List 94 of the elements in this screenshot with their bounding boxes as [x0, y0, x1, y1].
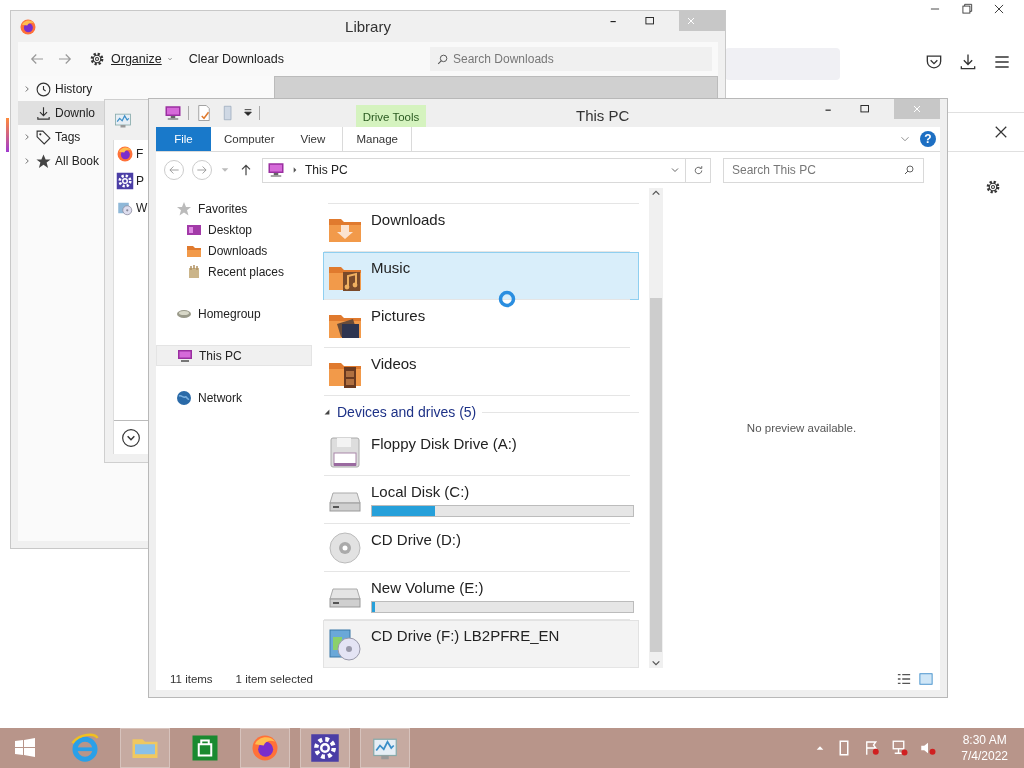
browser-icon: [70, 733, 100, 763]
navigation-item[interactable]: Favorites: [156, 198, 312, 219]
taskbar-button[interactable]: [300, 728, 350, 768]
address-bar[interactable]: This PC: [262, 157, 686, 183]
drive-list-item[interactable]: New Volume (E:): [323, 572, 639, 620]
cd-drive-icon: [328, 531, 362, 565]
search-field[interactable]: Search This PC: [723, 157, 924, 183]
firefox-icon: [250, 733, 280, 763]
preview-message: No preview available.: [746, 422, 857, 434]
globe-icon: [176, 389, 192, 406]
search-field[interactable]: Search Downloads: [430, 47, 712, 71]
drive-list-item[interactable]: Music: [323, 252, 639, 300]
scroll-down-icon[interactable]: [651, 658, 661, 668]
settings-icon[interactable]: [984, 178, 1002, 196]
group-header[interactable]: Devices and drives (5): [337, 404, 477, 420]
ribbon-tab[interactable]: Manage: [342, 127, 413, 151]
drive-list-item[interactable]: Local Disk (C:): [323, 476, 639, 524]
clock-icon: [35, 80, 52, 98]
window-title: Library: [345, 18, 391, 35]
navigation-item[interactable]: Desktop: [156, 219, 312, 240]
computer-icon: [177, 347, 193, 364]
busy-cursor-icon: [498, 290, 516, 308]
sidebar-item[interactable]: Tags: [18, 125, 104, 149]
help-button[interactable]: ?: [920, 131, 936, 147]
computer-icon[interactable]: [164, 104, 182, 122]
download-icon[interactable]: [958, 52, 978, 72]
item-count: 11 items: [170, 673, 213, 685]
list-item: P: [136, 173, 144, 188]
sidebar-item[interactable]: All Book: [18, 149, 104, 173]
taskbar-button[interactable]: [240, 728, 290, 768]
drive-list-item[interactable]: Floppy Disk Drive (A:): [323, 428, 639, 476]
list-item: W: [136, 200, 148, 215]
download-icon: [35, 104, 52, 122]
ribbon-tab[interactable]: Computer: [211, 127, 288, 151]
windows-logo-icon[interactable]: [13, 736, 37, 760]
settings-icon: [310, 733, 340, 763]
drive-list-item[interactable]: CD Drive (D:): [323, 524, 639, 572]
gear-icon: [116, 171, 134, 190]
scroll-up-icon[interactable]: [651, 188, 661, 198]
star-icon: [35, 152, 52, 170]
star-icon: [176, 200, 192, 217]
gear-icon: [88, 50, 106, 68]
setup-disc-icon: [328, 627, 362, 661]
details-view-icon[interactable]: [896, 672, 912, 686]
back-icon[interactable]: [167, 163, 181, 177]
contextual-tab-group: Drive Tools: [356, 105, 426, 127]
tiles-view-icon[interactable]: [918, 672, 934, 686]
network-icon[interactable]: [891, 739, 910, 757]
drive-list-item[interactable]: Downloads: [323, 204, 639, 252]
scrollbar[interactable]: [649, 188, 663, 668]
recent-places-icon: [186, 263, 202, 280]
window-title: This PC: [576, 107, 630, 124]
dropdown-icon[interactable]: [243, 108, 253, 118]
store-icon: [190, 733, 220, 763]
navigation-item[interactable]: This PC: [156, 345, 312, 366]
navigation-item[interactable]: Downloads: [156, 240, 312, 261]
ribbon-tab[interactable]: View: [287, 127, 339, 151]
drive-list-item[interactable]: Videos: [323, 348, 639, 396]
navigation-item[interactable]: Network: [156, 387, 312, 408]
maximize-icon[interactable]: [858, 102, 872, 116]
drive-list-item[interactable]: Pictures: [323, 300, 639, 348]
clock-time: 8:30 AM: [962, 733, 1007, 747]
sidebar-item[interactable]: History: [18, 77, 104, 101]
clear-downloads-button[interactable]: Clear Downloads: [188, 52, 284, 66]
scroll-thumb[interactable]: [650, 298, 662, 652]
expand-icon[interactable]: [121, 427, 141, 448]
drive-list-item[interactable]: CD Drive (F:) LB2PFRE_EN: [323, 620, 639, 668]
breadcrumb-arrow-icon: [291, 166, 299, 174]
firefox-icon: [19, 18, 37, 36]
collapse-arrow-icon[interactable]: [323, 408, 331, 416]
maximize-icon[interactable]: [643, 14, 657, 28]
selection-count: 1 item selected: [235, 673, 313, 685]
maximize-icon[interactable]: [960, 2, 974, 16]
flag-icon[interactable]: [863, 739, 882, 757]
refresh-button[interactable]: [685, 157, 711, 183]
properties-icon[interactable]: [195, 104, 213, 122]
list-item: F: [136, 146, 144, 161]
close-icon[interactable]: [992, 2, 1006, 16]
search-icon: [903, 164, 915, 176]
navigation-item[interactable]: Homegroup: [156, 303, 312, 324]
ribbon-tab[interactable]: File: [156, 127, 211, 151]
tag-icon: [35, 128, 52, 146]
organize-button[interactable]: Organize: [88, 50, 173, 68]
navigation-item[interactable]: Recent places: [156, 261, 312, 282]
close-icon: [911, 103, 923, 115]
sidebar-item[interactable]: Downlo: [18, 101, 104, 125]
firefox-icon: [116, 144, 134, 163]
search-icon: [436, 52, 449, 66]
floppy-drive-icon: [328, 435, 362, 469]
caret-icon: [166, 56, 173, 62]
close-icon: [685, 15, 697, 27]
sidebar-accent: [6, 118, 9, 152]
computer-icon: [267, 161, 285, 179]
clock-date: 7/4/2022: [961, 749, 1008, 763]
